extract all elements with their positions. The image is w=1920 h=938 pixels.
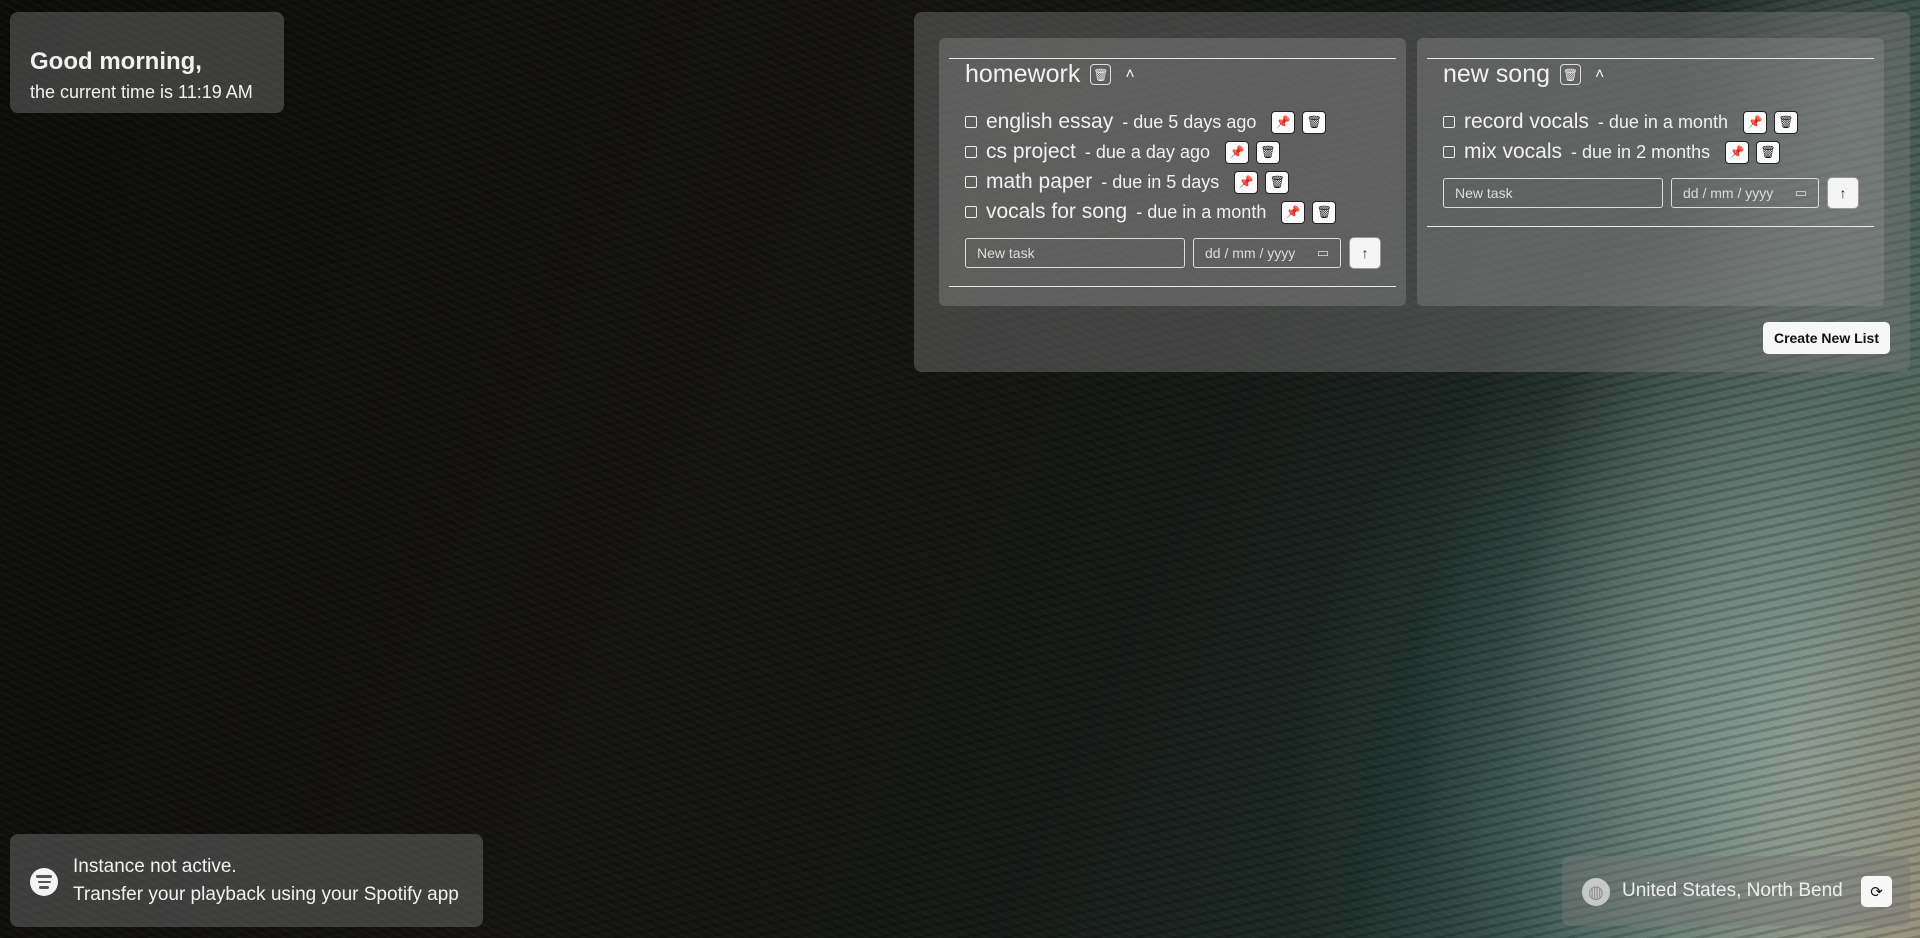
task-checkbox[interactable] — [1443, 116, 1455, 128]
divider — [949, 286, 1396, 287]
add-task-button[interactable]: ↑ — [1349, 237, 1381, 269]
due-date-input[interactable]: dd / mm / yyyy ▭ — [1193, 238, 1341, 268]
current-time: the current time is 11:19 AM — [30, 82, 253, 102]
new-task-row: New task dd / mm / yyyy ▭ ↑ — [965, 237, 1381, 269]
trash-icon: 🗑 — [1562, 67, 1579, 82]
list-title: new song — [1443, 60, 1551, 88]
calendar-icon[interactable]: ▭ — [1317, 245, 1329, 261]
spotify-logo-icon — [30, 868, 58, 896]
list-item: cs project - due a day ago 📌 🗑 — [965, 137, 1336, 167]
trash-icon: 🗑 — [1316, 205, 1332, 219]
pin-icon: 📌 — [1275, 115, 1291, 129]
task-due: - due 5 days ago — [1122, 111, 1257, 132]
task-due: - due in 5 days — [1101, 171, 1220, 192]
task-name: record vocals — [1464, 110, 1589, 133]
list-title: homework — [965, 60, 1081, 88]
task-list: record vocals - due in a month 📌 🗑 mix v… — [1443, 107, 1798, 167]
refresh-background-button[interactable]: ⟳ — [1861, 876, 1892, 907]
divider — [1427, 58, 1874, 59]
location-name: United States, North Bend — [1622, 880, 1843, 901]
task-name: math paper — [986, 170, 1093, 193]
delete-task-button[interactable]: 🗑 — [1756, 140, 1781, 164]
greeting-widget: Good morning, the current time is 11:19 … — [10, 12, 284, 113]
pin-task-button[interactable]: 📌 — [1224, 140, 1249, 164]
refresh-icon: ⟳ — [1870, 883, 1883, 901]
delete-task-button[interactable]: 🗑 — [1302, 110, 1327, 134]
pin-task-button[interactable]: 📌 — [1281, 200, 1306, 224]
spotify-widget: Instance not active. Transfer your playb… — [10, 834, 483, 927]
list-header: homework 🗑 ˄ — [965, 60, 1135, 89]
list-item: english essay - due 5 days ago 📌 🗑 — [965, 107, 1336, 137]
task-checkbox[interactable] — [965, 206, 977, 218]
pin-task-button[interactable]: 📌 — [1725, 140, 1750, 164]
task-name: cs project — [986, 140, 1076, 163]
delete-task-button[interactable]: 🗑 — [1312, 200, 1337, 224]
todo-list-homework: homework 🗑 ˄ english essay - due 5 days … — [939, 38, 1406, 306]
spotify-hint: Transfer your playback using your Spotif… — [73, 884, 459, 905]
trash-icon: 🗑 — [1778, 115, 1794, 129]
list-item: mix vocals - due in 2 months 📌 🗑 — [1443, 137, 1798, 167]
trash-icon: 🗑 — [1260, 145, 1276, 159]
pin-icon: 📌 — [1285, 205, 1301, 219]
list-item: record vocals - due in a month 📌 🗑 — [1443, 107, 1798, 137]
task-due: - due a day ago — [1084, 141, 1210, 162]
chevron-up-icon[interactable]: ˄ — [1595, 66, 1604, 84]
task-checkbox[interactable] — [965, 146, 977, 158]
list-item: vocals for song - due in a month 📌 🗑 — [965, 197, 1337, 227]
list-item: math paper - due in 5 days 📌 🗑 — [965, 167, 1336, 197]
task-due: - due in a month — [1136, 201, 1267, 222]
new-task-input[interactable]: New task — [965, 238, 1185, 268]
delete-task-button[interactable]: 🗑 — [1773, 110, 1798, 134]
pin-icon: 📌 — [1729, 145, 1745, 159]
pin-icon: 📌 — [1229, 145, 1245, 159]
trash-icon: 🗑 — [1269, 175, 1285, 189]
delete-list-button[interactable]: 🗑 — [1090, 64, 1112, 85]
divider — [1427, 226, 1874, 227]
delete-task-button[interactable]: 🗑 — [1255, 140, 1280, 164]
task-due: - due in a month — [1597, 111, 1728, 132]
spotify-status: Instance not active. — [73, 856, 237, 877]
task-checkbox[interactable] — [1443, 146, 1455, 158]
todo-list-new-song: new song 🗑 ˄ record vocals - due in a mo… — [1417, 38, 1884, 306]
arrow-up-icon: ↑ — [1361, 245, 1369, 261]
arrow-up-icon: ↑ — [1839, 185, 1847, 201]
trash-icon: 🗑 — [1760, 145, 1776, 159]
trash-icon: 🗑 — [1306, 115, 1322, 129]
new-task-row: New task dd / mm / yyyy ▭ ↑ — [1443, 177, 1859, 209]
task-name: english essay — [986, 110, 1114, 133]
date-placeholder: dd / mm / yyyy — [1205, 245, 1296, 261]
pin-icon: 📌 — [1238, 175, 1254, 189]
trash-icon: 🗑 — [1093, 67, 1109, 82]
delete-task-button[interactable]: 🗑 — [1265, 170, 1290, 194]
calendar-icon[interactable]: ▭ — [1795, 185, 1807, 201]
chevron-up-icon[interactable]: ˄ — [1125, 66, 1134, 84]
location-widget: ◍ United States, North Bend ⟳ — [1562, 856, 1910, 926]
pin-task-button[interactable]: 📌 — [1271, 110, 1296, 134]
task-checkbox[interactable] — [965, 176, 977, 188]
pin-task-button[interactable]: 📌 — [1234, 170, 1259, 194]
task-name: mix vocals — [1464, 140, 1563, 163]
task-name: vocals for song — [986, 200, 1128, 223]
list-header: new song 🗑 ˄ — [1443, 60, 1604, 89]
new-task-input[interactable]: New task — [1443, 178, 1663, 208]
add-task-button[interactable]: ↑ — [1827, 177, 1859, 209]
task-list: english essay - due 5 days ago 📌 🗑 cs pr… — [965, 107, 1337, 227]
pin-icon: 📌 — [1747, 115, 1763, 129]
greeting-title: Good morning, — [30, 48, 202, 75]
task-due: - due in 2 months — [1571, 141, 1711, 162]
delete-list-button[interactable]: 🗑 — [1560, 64, 1582, 85]
todo-widget: homework 🗑 ˄ english essay - due 5 days … — [914, 12, 1910, 372]
due-date-input[interactable]: dd / mm / yyyy ▭ — [1671, 178, 1819, 208]
create-new-list-button[interactable]: Create New List — [1762, 322, 1890, 354]
divider — [949, 58, 1396, 59]
pin-task-button[interactable]: 📌 — [1742, 110, 1767, 134]
task-checkbox[interactable] — [965, 116, 977, 128]
globe-icon: ◍ — [1582, 878, 1610, 906]
date-placeholder: dd / mm / yyyy — [1683, 185, 1774, 201]
